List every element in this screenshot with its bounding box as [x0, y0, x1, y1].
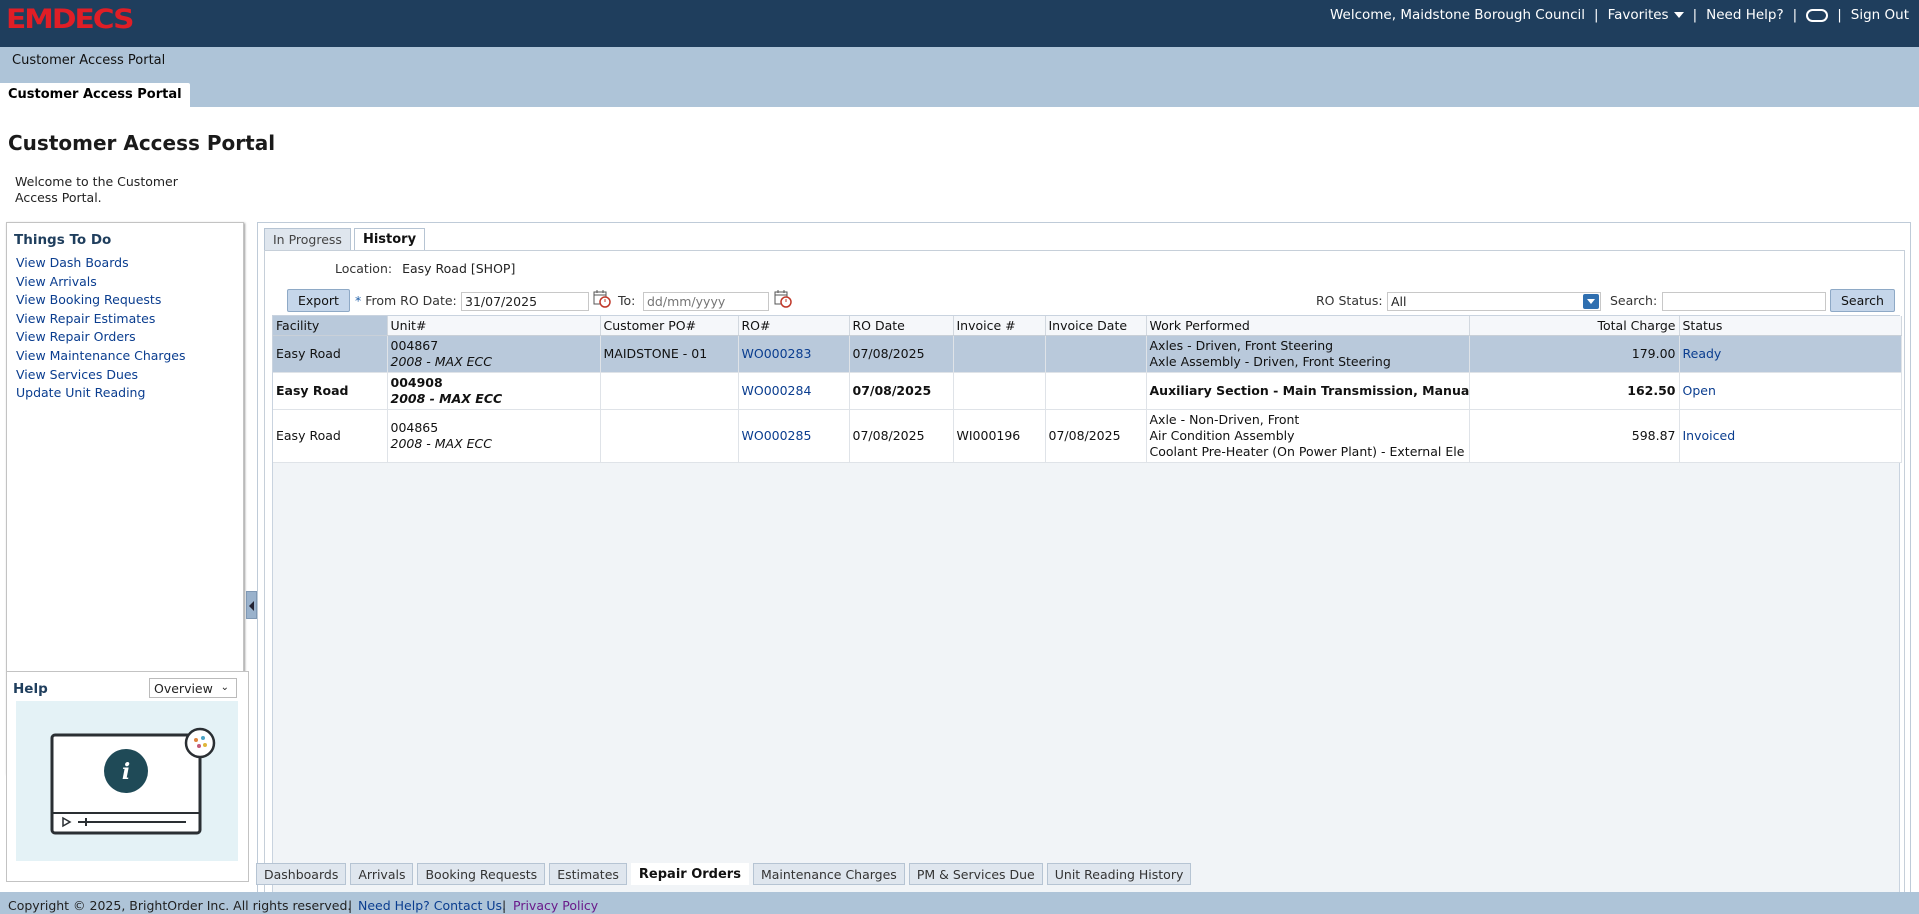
- table-row[interactable]: Easy Road 004867 2008 - MAX ECC MAIDSTONE…: [273, 335, 1902, 373]
- link-update-unit-reading[interactable]: Update Unit Reading: [16, 384, 243, 403]
- to-date-label: To:: [618, 293, 636, 308]
- link-view-repair-estimates[interactable]: View Repair Estimates: [16, 310, 243, 329]
- col-status[interactable]: Status: [1679, 316, 1902, 336]
- repair-orders-panel: In Progress History Location: Easy Road …: [257, 222, 1911, 914]
- help-topic-select[interactable]: Overview ⌄: [149, 678, 237, 698]
- col-customer-po[interactable]: Customer PO#: [600, 316, 739, 336]
- col-total-charge[interactable]: Total Charge: [1469, 316, 1680, 336]
- privacy-policy-link[interactable]: Privacy Policy: [513, 898, 598, 913]
- chevron-down-icon: [1673, 12, 1684, 18]
- ro-link[interactable]: WO000285: [742, 428, 812, 443]
- col-work-performed[interactable]: Work Performed: [1146, 316, 1470, 336]
- col-ro-date[interactable]: RO Date: [849, 316, 954, 336]
- collapse-sidebar-handle[interactable]: [246, 591, 257, 619]
- location-row: Location: Easy Road [SHOP]: [335, 261, 515, 276]
- status-link[interactable]: Open: [1683, 383, 1716, 398]
- export-button[interactable]: Export: [287, 289, 350, 312]
- dropdown-arrow-icon: [1583, 294, 1599, 309]
- tab-history[interactable]: History: [353, 228, 426, 250]
- app-tab-customer-access-portal[interactable]: Customer Access Portal: [0, 83, 190, 108]
- to-date-input[interactable]: [643, 292, 769, 311]
- top-links: Welcome, Maidstone Borough Council | Fav…: [1329, 7, 1909, 23]
- tab-unit-reading-history[interactable]: Unit Reading History: [1046, 863, 1192, 885]
- tab-pm-services-due[interactable]: PM & Services Due: [908, 863, 1043, 885]
- tab-in-progress[interactable]: In Progress: [264, 228, 351, 250]
- copyright-text: Copyright © 2025, BrightOrder Inc. All r…: [8, 898, 352, 913]
- chevron-down-icon: ⌄: [220, 682, 229, 693]
- help-title: Help: [13, 681, 48, 697]
- welcome-text: Welcome, Maidstone Borough Council: [1329, 7, 1586, 23]
- filter-toolbar: Export * From RO Date: To: RO Status: Al…: [265, 287, 1904, 315]
- search-button[interactable]: Search: [1830, 289, 1895, 312]
- location-value: Easy Road [SHOP]: [402, 261, 516, 276]
- sign-out-link[interactable]: Sign Out: [1851, 7, 1909, 23]
- ro-status-select[interactable]: All: [1387, 292, 1601, 311]
- from-date-label: * From RO Date:: [355, 293, 457, 308]
- main-area: Customer Access Portal Welcome to the Cu…: [0, 107, 1919, 914]
- need-help-link[interactable]: Need Help?: [1706, 7, 1784, 23]
- things-to-do-title: Things To Do: [14, 232, 112, 248]
- ro-tabs: In Progress History: [264, 228, 428, 250]
- table-row[interactable]: Easy Road 004908 2008 - MAX ECC WO000284 …: [273, 372, 1902, 410]
- ro-link[interactable]: WO000284: [742, 383, 812, 398]
- contact-link[interactable]: Need Help? Contact Us.: [358, 898, 506, 913]
- link-view-maintenance-charges[interactable]: View Maintenance Charges: [16, 347, 243, 366]
- calendar-icon[interactable]: [774, 290, 792, 308]
- col-ro[interactable]: RO#: [738, 316, 850, 336]
- welcome-message: Welcome to the Customer Access Portal.: [15, 174, 178, 205]
- location-label: Location:: [335, 261, 393, 276]
- link-view-arrivals[interactable]: View Arrivals: [16, 273, 243, 292]
- repair-orders-table: Facility Unit# Customer PO# RO# RO Date …: [272, 315, 1902, 914]
- tab-estimates[interactable]: Estimates: [549, 863, 627, 885]
- table-row[interactable]: Easy Road 004865 2008 - MAX ECC WO000285 …: [273, 409, 1902, 463]
- col-facility[interactable]: Facility: [273, 316, 388, 336]
- col-invoice[interactable]: Invoice #: [953, 316, 1046, 336]
- chat-icon[interactable]: [1806, 8, 1829, 22]
- link-view-booking-requests[interactable]: View Booking Requests: [16, 291, 243, 310]
- bottom-nav-tabs: Dashboards Arrivals Booking Requests Est…: [256, 863, 1195, 885]
- help-video-thumbnail[interactable]: i: [16, 701, 238, 861]
- link-view-services-dues[interactable]: View Services Dues: [16, 366, 243, 385]
- svg-text:i: i: [122, 759, 130, 785]
- link-view-repair-orders[interactable]: View Repair Orders: [16, 328, 243, 347]
- calendar-icon[interactable]: [593, 290, 611, 308]
- page-title: Customer Access Portal: [8, 131, 276, 155]
- col-unit[interactable]: Unit#: [387, 316, 601, 336]
- tab-dashboards[interactable]: Dashboards: [256, 863, 347, 885]
- search-label: Search:: [1610, 293, 1658, 308]
- table-header-row: Facility Unit# Customer PO# RO# RO Date …: [273, 316, 1902, 336]
- history-content: Location: Easy Road [SHOP] Export * From…: [264, 250, 1905, 914]
- col-invoice-date[interactable]: Invoice Date: [1045, 316, 1147, 336]
- help-panel: Help Overview ⌄ i: [6, 671, 249, 882]
- ro-status-label: RO Status:: [1316, 293, 1383, 308]
- link-view-dash-boards[interactable]: View Dash Boards: [16, 254, 243, 273]
- status-link[interactable]: Invoiced: [1683, 428, 1736, 443]
- ro-link[interactable]: WO000283: [742, 346, 812, 361]
- portal-subtitle: Customer Access Portal: [12, 53, 166, 68]
- tab-arrivals[interactable]: Arrivals: [350, 863, 414, 885]
- from-date-input[interactable]: [461, 292, 589, 311]
- tab-booking-requests[interactable]: Booking Requests: [417, 863, 546, 885]
- tab-maintenance-charges[interactable]: Maintenance Charges: [752, 863, 905, 885]
- emdecs-logo: EMDECS: [6, 2, 135, 35]
- status-link[interactable]: Ready: [1683, 346, 1722, 361]
- video-info-icon: i: [50, 727, 216, 835]
- footer: Copyright © 2025, BrightOrder Inc. All r…: [0, 892, 1919, 914]
- top-bar: EMDECS Welcome, Maidstone Borough Counci…: [0, 0, 1919, 47]
- tab-repair-orders[interactable]: Repair Orders: [630, 863, 749, 885]
- search-input[interactable]: [1662, 292, 1826, 311]
- favorites-menu[interactable]: Favorites: [1608, 7, 1684, 23]
